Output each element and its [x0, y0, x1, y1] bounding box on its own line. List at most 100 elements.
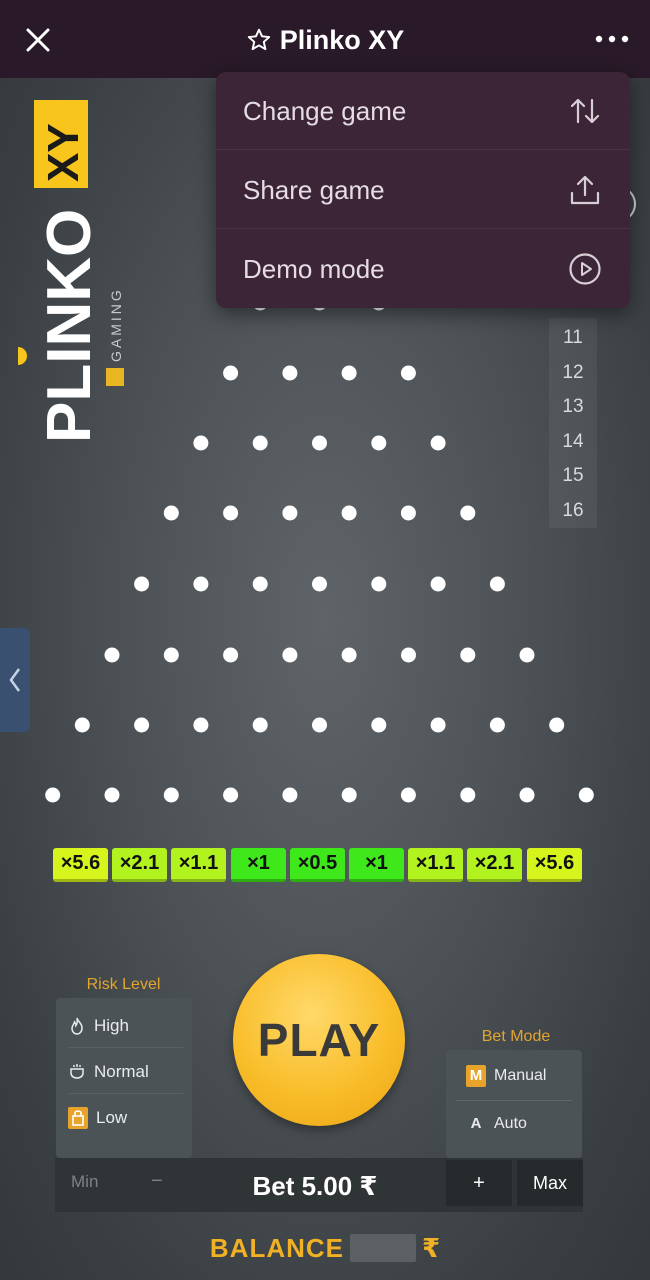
bet-min-button[interactable]: Min: [71, 1158, 98, 1212]
balance-value-redacted: [350, 1234, 416, 1262]
risk-option-high[interactable]: High: [68, 1004, 183, 1048]
swap-vertical-icon: [570, 98, 600, 124]
menu-item-label: Share game: [243, 175, 385, 205]
peg: [104, 787, 120, 803]
flame-icon: [71, 1017, 83, 1035]
multiplier-slot: ×1.1: [171, 848, 226, 882]
peg: [489, 576, 505, 592]
peg: [134, 717, 150, 733]
peg: [341, 787, 357, 803]
peg: [282, 787, 298, 803]
page-title: Plinko XY: [279, 24, 405, 55]
peg: [371, 435, 387, 451]
peg: [104, 647, 120, 663]
peg: [460, 505, 476, 521]
peg: [549, 717, 565, 733]
peg: [252, 435, 268, 451]
lock-icon: [68, 1107, 88, 1129]
peg: [252, 717, 268, 733]
menu-item-change-game[interactable]: Change game: [216, 72, 630, 150]
peg: [400, 787, 416, 803]
risk-option-normal[interactable]: Normal: [68, 1050, 183, 1094]
menu-item-label: Demo mode: [243, 254, 385, 284]
peg: [460, 647, 476, 663]
risk-option-label: High: [94, 1015, 129, 1035]
bet-increase-button[interactable]: +: [446, 1160, 512, 1206]
auto-badge-icon: A: [470, 1115, 482, 1132]
bet-max-button[interactable]: Max: [517, 1160, 583, 1206]
play-button[interactable]: PLAY: [233, 954, 405, 1126]
peg: [430, 576, 446, 592]
peg: [341, 365, 357, 381]
peg: [489, 717, 505, 733]
manual-badge-icon: M: [466, 1065, 486, 1087]
peg: [400, 505, 416, 521]
bet-decrease-button[interactable]: −: [151, 1158, 163, 1212]
peg: [193, 576, 209, 592]
peg: [45, 787, 61, 803]
peg: [371, 717, 387, 733]
multiplier-slot: ×2.1: [112, 848, 167, 882]
peg: [163, 787, 179, 803]
bet-bar: Min − Bet 5.00 ₹ + Max: [55, 1158, 583, 1212]
cup-icon: [70, 1063, 84, 1079]
peg: [312, 435, 327, 451]
peg: [282, 647, 298, 663]
peg: [430, 717, 446, 733]
risk-option-low[interactable]: Low: [68, 1096, 183, 1140]
peg: [430, 435, 446, 451]
balance-currency: ₹: [422, 1232, 441, 1263]
peg: [223, 365, 239, 381]
top-bar: Plinko XY: [0, 0, 650, 78]
peg: [460, 787, 476, 803]
multiplier-slot: ×2.1: [467, 848, 522, 882]
bet-mode-manual[interactable]: M Manual: [466, 1054, 576, 1098]
star-outline-icon[interactable]: [246, 27, 272, 53]
peg: [223, 787, 239, 803]
risk-level-label: Risk Level: [86, 976, 161, 993]
peg: [134, 576, 150, 592]
peg: [252, 576, 268, 592]
peg: [282, 505, 298, 521]
multiplier-slot: ×1: [231, 848, 286, 882]
peg: [163, 647, 179, 663]
share-upload-icon: [570, 175, 600, 205]
play-circle-icon: [569, 253, 601, 285]
multiplier-slot: ×5.6: [527, 848, 582, 882]
risk-option-label: Low: [96, 1108, 128, 1127]
peg: [341, 505, 357, 521]
peg: [282, 365, 298, 381]
peg: [371, 576, 387, 592]
peg: [341, 647, 357, 663]
bet-mode-option-label: Auto: [494, 1115, 527, 1132]
play-label: PLAY: [257, 1014, 381, 1066]
balance-display: BALANCE ₹: [0, 1228, 650, 1268]
bet-mode-label: Bet Mode: [481, 1028, 551, 1045]
peg: [193, 435, 209, 451]
menu-item-share-game[interactable]: Share game: [216, 151, 630, 229]
peg: [400, 365, 416, 381]
options-menu: Change game Share game Demo mode: [216, 72, 630, 308]
peg: [193, 717, 209, 733]
more-options-button[interactable]: [592, 22, 632, 56]
risk-option-label: Normal: [94, 1061, 149, 1081]
peg: [519, 647, 535, 663]
peg: [223, 647, 239, 663]
bet-mode-panel: M Manual A Auto: [446, 1050, 582, 1158]
peg: [578, 787, 594, 803]
multiplier-slot: ×0.5: [290, 848, 345, 882]
risk-level-panel: High Normal Low: [56, 998, 192, 1158]
bet-mode-auto[interactable]: A Auto: [466, 1102, 576, 1146]
peg: [312, 717, 327, 733]
multiplier-slot: ×1.1: [408, 848, 463, 882]
peg: [519, 787, 535, 803]
menu-item-demo-mode[interactable]: Demo mode: [216, 230, 630, 308]
balance-label: BALANCE: [209, 1232, 344, 1263]
bet-amount[interactable]: Bet 5.00 ₹: [245, 1166, 385, 1206]
bet-mode-option-label: Manual: [494, 1067, 547, 1084]
multiplier-slot: ×1: [349, 848, 404, 882]
more-horizontal-icon: [595, 35, 629, 43]
peg: [163, 505, 179, 521]
peg: [74, 717, 90, 733]
divider: [456, 1100, 572, 1101]
